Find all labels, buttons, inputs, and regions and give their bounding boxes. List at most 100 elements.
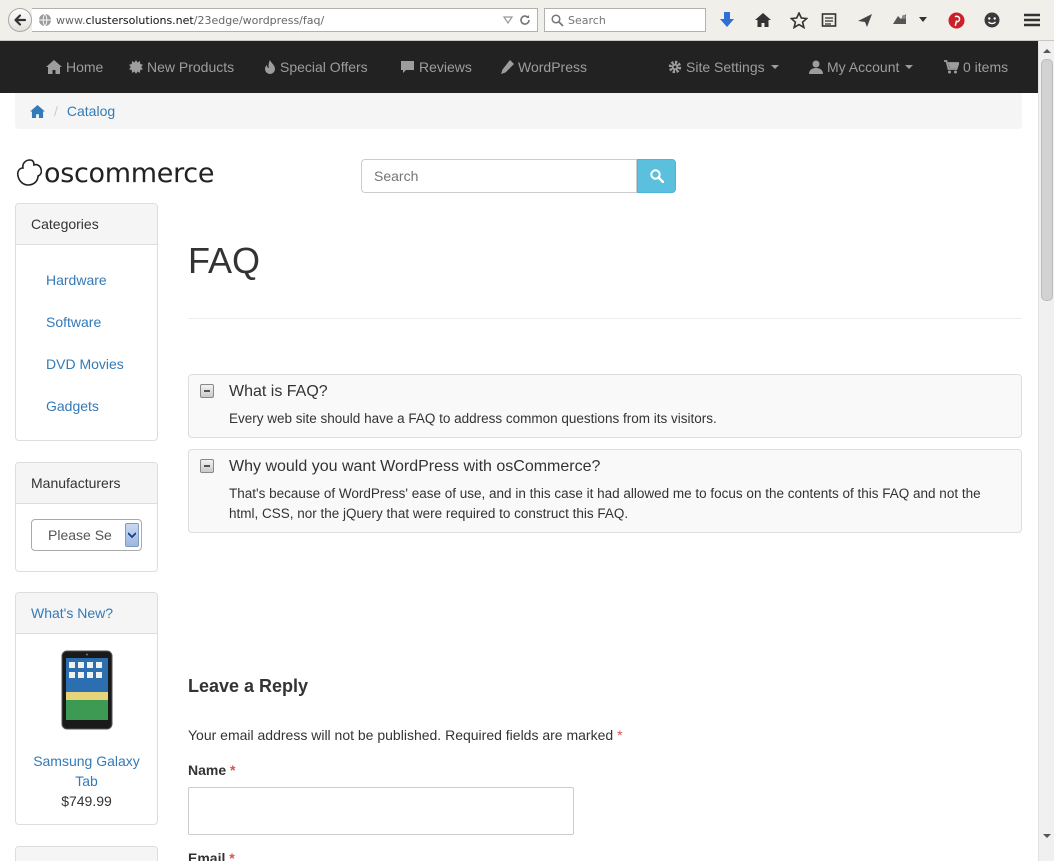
list-item: Gadgets — [16, 385, 157, 427]
scrollbar-thumb[interactable] — [1041, 59, 1053, 301]
site-search — [361, 159, 676, 193]
nav-home[interactable]: Home — [46, 41, 103, 93]
category-dvd-movies[interactable]: DVD Movies — [46, 356, 124, 372]
certificate-icon — [129, 60, 143, 74]
pencil-icon — [501, 60, 514, 74]
search-icon — [649, 169, 664, 183]
whats-new-panel: What's New? Samsung Galaxy Tab $749.99 — [15, 592, 158, 825]
nav-my-account-label: My Account — [827, 59, 900, 75]
nav-wordpress-label: WordPress — [518, 59, 587, 75]
nav-my-account[interactable]: My Account — [809, 41, 914, 93]
chat-smiley-icon[interactable] — [982, 10, 1002, 30]
url-text: www.clustersolutions.net/23edge/wordpres… — [56, 14, 503, 27]
manufacturer-selected-value: Please Se — [48, 527, 112, 543]
pinterest-icon[interactable] — [946, 10, 966, 30]
back-button[interactable] — [8, 8, 32, 32]
faq-question[interactable]: Why would you want WordPress with osComm… — [229, 458, 600, 476]
breadcrumb-catalog[interactable]: Catalog — [67, 103, 115, 119]
search-button[interactable] — [637, 159, 676, 193]
scroll-down-icon[interactable] — [1039, 828, 1054, 844]
url-path: /23edge/wordpress/faq/ — [193, 13, 325, 27]
product-name-link[interactable]: Samsung Galaxy Tab — [16, 751, 157, 791]
list-item: Hardware — [16, 259, 157, 301]
nav-site-settings[interactable]: Site Settings — [668, 41, 779, 93]
nav-special-offers[interactable]: Special Offers — [264, 41, 368, 93]
scroll-up-icon[interactable] — [1039, 42, 1054, 58]
fire-icon — [265, 59, 275, 74]
reading-list-icon[interactable] — [819, 10, 839, 30]
caret-down-icon — [770, 65, 779, 69]
caret-down-icon — [905, 65, 914, 69]
manufacturers-panel: Manufacturers Please Se — [15, 462, 158, 572]
list-item: DVD Movies — [16, 343, 157, 385]
comment-icon — [401, 61, 414, 73]
faq-item[interactable]: Why would you want WordPress with osComm… — [188, 449, 1022, 533]
hamburger-menu-icon[interactable] — [1022, 10, 1042, 30]
gear-icon — [668, 60, 682, 74]
required-marker: * — [230, 762, 236, 778]
bookmark-star-icon[interactable] — [789, 10, 809, 30]
next-panel-heading — [16, 847, 157, 861]
dropdown-triangle-icon[interactable] — [503, 16, 513, 24]
addon-dropdown-icon[interactable] — [916, 10, 930, 30]
category-gadgets[interactable]: Gadgets — [46, 398, 99, 414]
vertical-scrollbar[interactable] — [1038, 41, 1054, 861]
faq-item[interactable]: What is FAQ? Every web site should have … — [188, 374, 1022, 438]
category-hardware[interactable]: Hardware — [46, 272, 107, 288]
browser-search-box[interactable] — [544, 8, 706, 32]
product-tablet-image[interactable] — [61, 650, 113, 730]
whats-new-heading[interactable]: What's New? — [16, 593, 157, 634]
nav-reviews-label: Reviews — [419, 59, 472, 75]
faq-answer: That's because of WordPress' ease of use… — [229, 486, 981, 521]
manufacturer-select[interactable]: Please Se — [31, 519, 142, 551]
download-icon[interactable] — [717, 10, 737, 30]
breadcrumb: / Catalog — [15, 93, 1022, 129]
required-marker: * — [229, 850, 235, 861]
browser-toolbar: www.clustersolutions.net/23edge/wordpres… — [0, 0, 1054, 41]
send-icon[interactable] — [855, 10, 875, 30]
nav-new-products[interactable]: New Products — [129, 41, 234, 93]
page-title: FAQ — [188, 240, 261, 281]
name-label: Name * — [188, 762, 235, 778]
next-panel — [15, 846, 158, 861]
home-icon[interactable] — [30, 104, 45, 118]
email-label-text: Email — [188, 850, 226, 861]
site-logo[interactable]: oscommerce — [16, 157, 214, 189]
required-marker: * — [617, 727, 623, 743]
category-list: Hardware Software DVD Movies Gadgets — [16, 245, 157, 427]
nav-wordpress[interactable]: WordPress — [500, 41, 587, 93]
magnifier-icon — [551, 13, 564, 27]
name-field[interactable] — [188, 787, 574, 835]
collapse-minus-icon[interactable] — [200, 384, 214, 398]
url-domain: clustersolutions.net — [85, 13, 194, 27]
reply-heading: Leave a Reply — [188, 676, 309, 696]
reload-icon[interactable] — [519, 14, 531, 26]
site-navbar: Home New Products Special Offers Reviews… — [0, 41, 1038, 93]
select-arrow-icon[interactable] — [125, 523, 139, 547]
manufacturers-heading: Manufacturers — [16, 463, 157, 504]
faq-question[interactable]: What is FAQ? — [229, 383, 328, 401]
browser-search-input[interactable] — [568, 13, 698, 27]
user-icon — [809, 60, 823, 74]
whats-new-product: Samsung Galaxy Tab $749.99 — [16, 634, 157, 811]
home-icon[interactable] — [753, 10, 773, 30]
address-bar[interactable]: www.clustersolutions.net/23edge/wordpres… — [32, 8, 538, 32]
nav-special-offers-label: Special Offers — [280, 59, 368, 75]
name-label-text: Name — [188, 762, 227, 778]
oscommerce-logo-icon — [16, 159, 42, 186]
addon-icon[interactable] — [890, 10, 910, 30]
breadcrumb-separator: / — [54, 103, 58, 119]
globe-icon — [39, 13, 51, 27]
nav-reviews[interactable]: Reviews — [400, 41, 472, 93]
collapse-minus-icon[interactable] — [200, 459, 214, 473]
reply-note-text: Your email address will not be published… — [188, 727, 614, 743]
search-input[interactable] — [361, 159, 637, 193]
url-prefix: www. — [56, 13, 86, 27]
nav-cart-label: 0 items — [963, 59, 1009, 75]
nav-cart[interactable]: 0 items — [944, 41, 1008, 93]
nav-site-settings-label: Site Settings — [686, 59, 765, 75]
category-software[interactable]: Software — [46, 314, 101, 330]
product-price: $749.99 — [61, 793, 112, 809]
title-divider — [188, 318, 1022, 319]
list-item: Software — [16, 301, 157, 343]
